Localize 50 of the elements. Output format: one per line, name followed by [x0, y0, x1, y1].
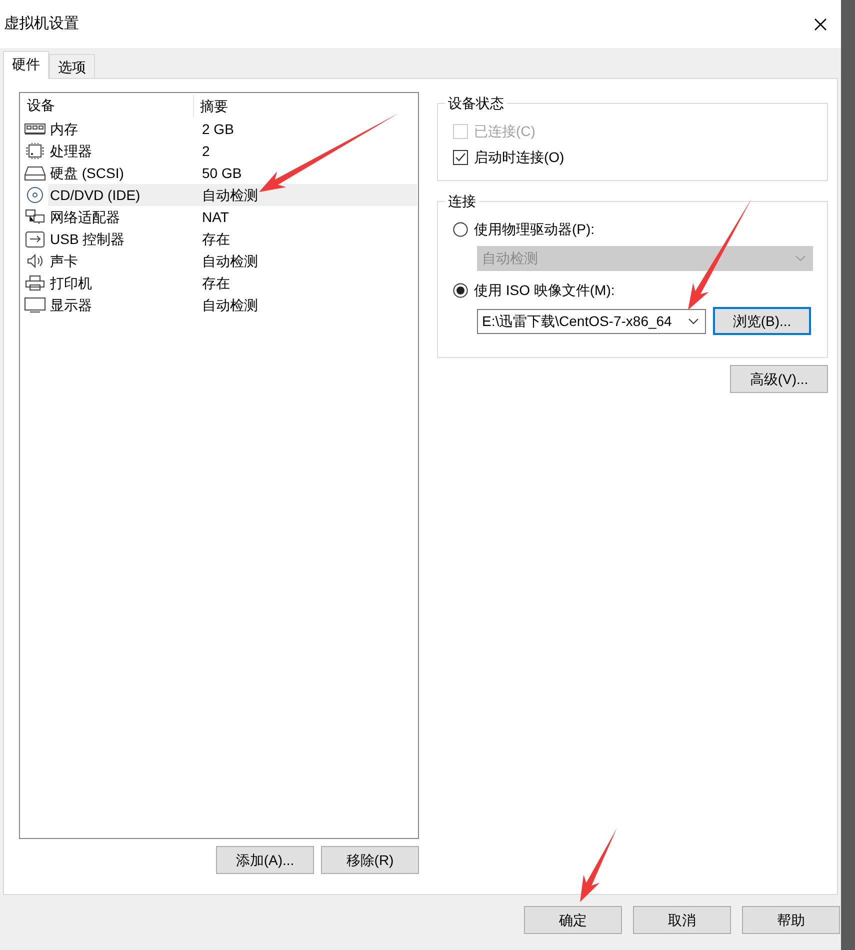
window-title: 虚拟机设置 — [4, 14, 79, 34]
radio-button[interactable] — [453, 282, 468, 298]
column-header[interactable]: 摘要 — [194, 96, 228, 116]
device-summary: 50 GB — [201, 164, 243, 183]
device-name[interactable]: CD/DVD (IDE) — [48, 184, 200, 206]
cd-icon — [24, 186, 46, 204]
advanced-button[interactable]: 高级(V)... — [730, 365, 828, 393]
caret-icon — [688, 318, 699, 324]
device-name[interactable]: 硬盘 (SCSI) — [48, 162, 126, 184]
dialog-button[interactable]: 取消 — [633, 906, 731, 934]
caret-icon — [795, 255, 806, 262]
dialog-button[interactable]: 帮助 — [742, 906, 840, 934]
device-summary: 自动检测 — [201, 252, 259, 271]
group-title: 连接 — [445, 192, 479, 210]
radio-label: 使用 ISO 映像文件(M): — [474, 280, 615, 300]
column-header[interactable]: 设备 — [21, 97, 55, 113]
tab[interactable]: 硬件 — [3, 51, 49, 79]
device-name[interactable]: USB 控制器 — [48, 228, 127, 250]
checkbox-label: 已连接(C) — [474, 122, 536, 141]
network-icon — [24, 208, 46, 226]
device-summary: 2 — [201, 142, 211, 161]
checkbox[interactable] — [453, 150, 468, 164]
device-name[interactable]: 打印机 — [48, 272, 94, 294]
device-summary: 自动检测 — [201, 296, 259, 315]
tab[interactable]: 选项 — [49, 54, 95, 78]
browse-button[interactable]: 浏览(B)... — [713, 307, 811, 335]
device-name[interactable]: 处理器 — [48, 140, 94, 162]
dropdown[interactable]: E:\迅雷下载\CentOS-7-x86_64 — [477, 308, 706, 334]
cpu-icon — [24, 142, 46, 160]
list-button[interactable]: 添加(A)... — [216, 846, 314, 874]
dialog-button[interactable]: 确定 — [524, 906, 622, 934]
device-name[interactable]: 声卡 — [48, 250, 80, 272]
checkbox-label: 启动时连接(O) — [474, 148, 564, 167]
device-name[interactable]: 内存 — [48, 118, 80, 140]
device-summary: 自动检测 — [200, 184, 417, 206]
device-name[interactable]: 显示器 — [48, 294, 94, 316]
usb-icon — [24, 230, 46, 248]
group-title: 设备状态 — [445, 94, 507, 112]
device-summary: 存在 — [201, 274, 231, 293]
device-summary: 存在 — [201, 230, 231, 249]
device-name[interactable]: 网络适配器 — [48, 206, 122, 228]
radio-label: 使用物理驱动器(P): — [474, 220, 595, 239]
list-button[interactable]: 移除(R) — [321, 846, 419, 874]
radio-button[interactable] — [453, 222, 468, 236]
printer-icon — [24, 274, 46, 292]
display-icon — [24, 296, 46, 314]
device-summary: 2 GB — [201, 120, 235, 139]
device-summary: NAT — [201, 208, 230, 227]
memory-icon — [24, 120, 46, 138]
close-icon[interactable] — [814, 18, 827, 30]
